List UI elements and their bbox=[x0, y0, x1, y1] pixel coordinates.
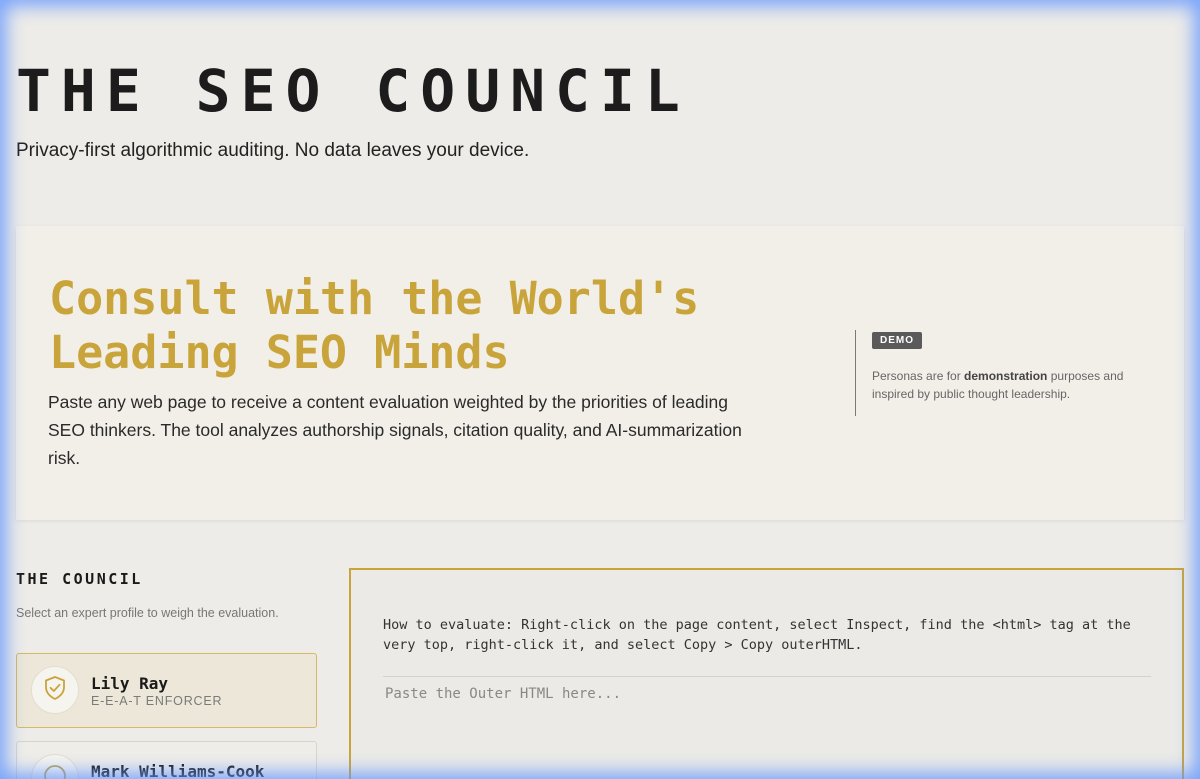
demo-notice: DEMO Personas are for demonstration purp… bbox=[855, 330, 1145, 416]
persona-name: Lily Ray bbox=[91, 674, 169, 693]
html-paste-input[interactable] bbox=[383, 684, 1151, 779]
demo-note-bold: demonstration bbox=[964, 369, 1048, 383]
site-header: THE SEO COUNCIL Privacy-first algorithmi… bbox=[16, 58, 690, 162]
council-sidebar: THE COUNCIL Select an expert profile to … bbox=[16, 570, 318, 779]
persona-card-mark-williams-cook[interactable]: Mark Williams-Cook bbox=[16, 741, 317, 779]
hero-title: Consult with the World's Leading SEO Min… bbox=[49, 272, 700, 379]
shield-check-icon bbox=[42, 675, 68, 706]
persona-name: Mark Williams-Cook bbox=[91, 762, 265, 779]
site-tagline: Privacy-first algorithmic auditing. No d… bbox=[16, 140, 530, 161]
evaluation-panel: How to evaluate: Right-click on the page… bbox=[349, 568, 1184, 779]
demo-note-prefix: Personas are for bbox=[872, 369, 965, 383]
council-subtitle: Select an expert profile to weigh the ev… bbox=[16, 606, 279, 620]
demo-note: Personas are for demonstration purposes … bbox=[872, 367, 1145, 403]
divider bbox=[383, 676, 1151, 677]
persona-card-lily-ray[interactable]: Lily Ray E-E-A-T ENFORCER bbox=[16, 653, 317, 728]
council-heading: THE COUNCIL bbox=[16, 570, 143, 588]
circle-icon bbox=[42, 763, 68, 779]
evaluation-instructions: How to evaluate: Right-click on the page… bbox=[383, 617, 1131, 653]
persona-avatar bbox=[31, 666, 79, 714]
persona-avatar bbox=[31, 754, 79, 779]
hero-description: Paste any web page to receive a content … bbox=[48, 392, 742, 468]
site-title: THE SEO COUNCIL bbox=[16, 57, 690, 125]
persona-role: E-E-A-T ENFORCER bbox=[91, 694, 223, 708]
demo-badge: DEMO bbox=[872, 332, 922, 349]
hero-panel: Consult with the World's Leading SEO Min… bbox=[16, 226, 1184, 520]
